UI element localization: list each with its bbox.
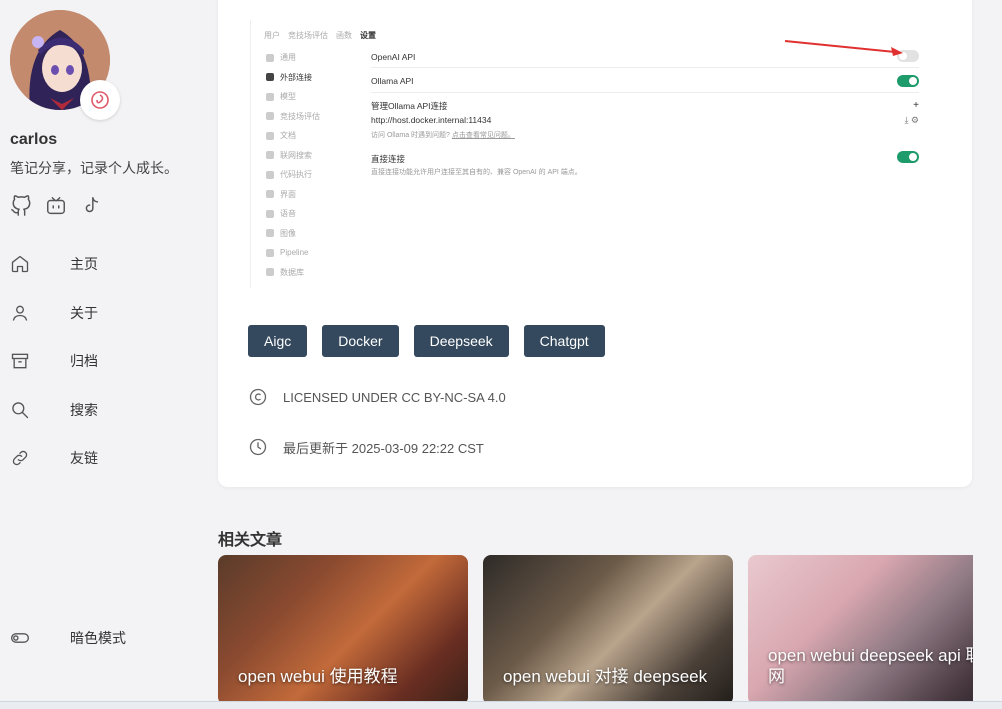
- archive-icon: [10, 351, 30, 371]
- tab-settings: 设置: [360, 31, 376, 40]
- sidebar-item-about[interactable]: 关于: [0, 289, 200, 338]
- download-settings-icons: ⤓ ⚙: [904, 115, 919, 125]
- clock-icon: [248, 437, 268, 457]
- settings-tabs: 用户 竞技场评估 函数 设置: [264, 30, 376, 41]
- tag-aigc[interactable]: Aigc: [248, 325, 308, 357]
- tag-list: Aigc Docker Deepseek Chatgpt: [248, 325, 605, 357]
- direct-connect-toggle: [897, 151, 919, 163]
- ollama-url-row: http://host.docker.internal:11434 ⤓ ⚙: [371, 115, 919, 125]
- red-arrow-annotation: [784, 40, 903, 56]
- sidebar-item-search[interactable]: 搜索: [0, 386, 200, 435]
- related-post-card[interactable]: open webui deepseek api 联网: [748, 555, 973, 705]
- copyright-icon: [248, 387, 268, 407]
- author-bio: 笔记分享，记录个人成长。: [10, 160, 178, 176]
- tiktok-icon[interactable]: [80, 195, 102, 217]
- sidebar-nav: 主页 关于 归档 搜索 友链: [0, 240, 200, 483]
- updated-info: 最后更新于 2025-03-09 22:22 CST: [248, 437, 484, 457]
- menu-item: 图像: [266, 224, 320, 244]
- author-name: carlos: [10, 131, 58, 148]
- sidebar-item-label: 主页: [70, 256, 98, 273]
- license-info: LICENSED UNDER CC BY-NC-SA 4.0: [248, 387, 506, 407]
- home-icon: [10, 254, 30, 274]
- menu-item: 数据库: [266, 263, 320, 283]
- related-posts-title: 相关文章: [218, 532, 283, 549]
- swirl-icon: [91, 91, 109, 109]
- avatar[interactable]: [10, 10, 120, 120]
- sidebar: carlos 笔记分享，记录个人成长。 主页 关于 归档 搜索 友链 暗色模式: [0, 0, 200, 709]
- related-posts: open webui 使用教程 open webui 对接 deepseek o…: [218, 555, 973, 705]
- menu-item: 联网搜索: [266, 146, 320, 166]
- post-title: open webui 对接 deepseek: [503, 667, 708, 686]
- link-icon: [10, 448, 30, 468]
- updated-text: 最后更新于 2025-03-09 22:22 CST: [283, 440, 484, 456]
- menu-item: 模型: [266, 87, 320, 107]
- tag-chatgpt[interactable]: Chatgpt: [523, 325, 605, 357]
- tag-docker[interactable]: Docker: [322, 325, 399, 357]
- divider: [250, 20, 251, 288]
- menu-item: 界面: [266, 185, 320, 205]
- add-icon: +: [913, 100, 919, 111]
- related-post-card[interactable]: open webui 对接 deepseek: [483, 555, 733, 705]
- menu-item: 语音: [266, 204, 320, 224]
- avatar-badge: [80, 80, 120, 120]
- tag-deepseek[interactable]: Deepseek: [413, 325, 509, 357]
- menu-item: 竞技场评估: [266, 107, 320, 127]
- sidebar-item-label: 归档: [70, 353, 98, 370]
- article-screenshot: 用户 竞技场评估 函数 设置 通用 外部连接 模型 竞技场评估 文档 联网搜索 …: [248, 20, 948, 290]
- github-icon[interactable]: [10, 195, 32, 217]
- divider: [371, 92, 919, 93]
- social-links: [10, 195, 102, 217]
- post-title: open webui 使用教程: [238, 667, 398, 686]
- sidebar-item-label: 友链: [70, 450, 98, 467]
- sidebar-item-archive[interactable]: 归档: [0, 337, 200, 386]
- menu-item: Pipeline: [266, 243, 320, 263]
- related-post-card[interactable]: open webui 使用教程: [218, 555, 468, 705]
- sidebar-item-label: 关于: [70, 304, 98, 321]
- settings-menu: 通用 外部连接 模型 竞技场评估 文档 联网搜索 代码执行 界面 语音 图像 P…: [266, 48, 320, 282]
- divider: [371, 67, 919, 68]
- direct-connect-desc: 直接连接功能允许用户连接至其自有的、兼容 OpenAI 的 API 端点。: [371, 169, 582, 176]
- ollama-row: Ollama API: [371, 76, 414, 86]
- tab-users: 用户: [264, 31, 280, 40]
- menu-item: 外部连接: [266, 68, 320, 88]
- dark-mode-toggle[interactable]: 暗色模式: [0, 628, 126, 648]
- dark-mode-label: 暗色模式: [70, 630, 126, 646]
- ollama-toggle: [897, 75, 919, 87]
- bilibili-icon[interactable]: [45, 195, 67, 217]
- menu-item: 文档: [266, 126, 320, 146]
- user-icon: [10, 303, 30, 323]
- manage-ollama-row: 管理Ollama API连接 +: [371, 100, 919, 111]
- toggle-icon: [10, 628, 30, 648]
- sidebar-item-label: 搜索: [70, 401, 98, 418]
- bottom-scrollbar[interactable]: [0, 701, 1002, 709]
- post-title: open webui deepseek api 联网: [768, 646, 973, 686]
- license-text: LICENSED UNDER CC BY-NC-SA 4.0: [283, 389, 506, 405]
- menu-item: 通用: [266, 48, 320, 68]
- search-icon: [10, 400, 30, 420]
- ollama-hint: 访问 Ollama 时遇到问题? 点击查看常见问题。: [371, 132, 515, 139]
- direct-connect-row: 直接连接: [371, 154, 406, 164]
- sidebar-item-home[interactable]: 主页: [0, 240, 200, 289]
- tab-functions: 函数: [336, 31, 352, 40]
- menu-item: 代码执行: [266, 165, 320, 185]
- sidebar-item-links[interactable]: 友链: [0, 434, 200, 483]
- tab-arena: 竞技场评估: [288, 31, 328, 40]
